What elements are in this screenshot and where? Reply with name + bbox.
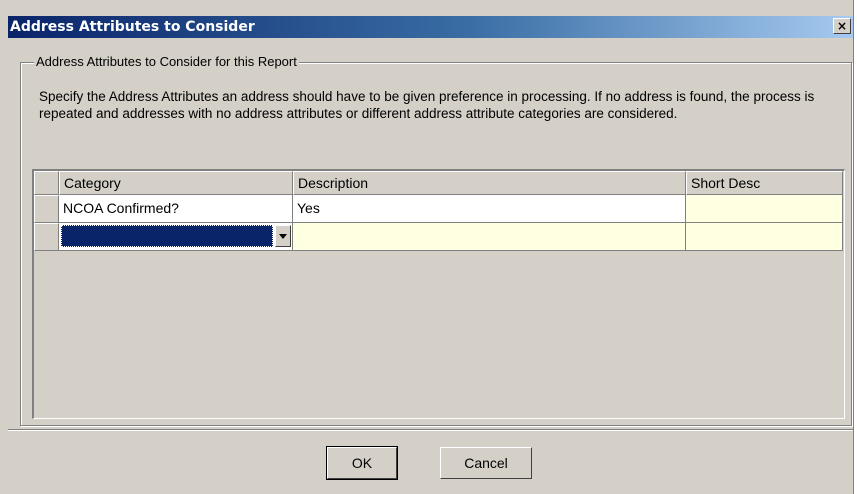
cell-category[interactable]: NCOA Confirmed? (59, 195, 293, 223)
category-dropdown[interactable] (59, 223, 293, 251)
column-header-short-desc[interactable]: Short Desc (686, 171, 843, 195)
dropdown-button[interactable] (275, 225, 291, 247)
grid-corner-cell (34, 171, 59, 195)
cancel-button[interactable]: Cancel (440, 447, 532, 479)
cell-description[interactable] (293, 223, 686, 251)
title-bar[interactable]: Address Attributes to Consider × (8, 16, 853, 38)
row-selector[interactable] (34, 195, 59, 223)
row-selector[interactable] (34, 223, 59, 251)
ok-button[interactable]: OK (326, 446, 398, 480)
footer-separator (8, 429, 853, 431)
category-dropdown-value[interactable] (61, 225, 273, 247)
cell-short-desc[interactable] (686, 223, 843, 251)
groupbox-legend: Address Attributes to Consider for this … (34, 54, 299, 69)
column-header-description[interactable]: Description (293, 171, 686, 195)
table-row-new[interactable] (34, 223, 844, 251)
window-title: Address Attributes to Consider (10, 19, 255, 35)
attributes-grid[interactable]: Category Description Short Desc NCOA Con… (32, 169, 845, 419)
column-header-category[interactable]: Category (59, 171, 293, 195)
cell-short-desc[interactable] (686, 195, 843, 223)
close-button[interactable]: × (833, 18, 851, 34)
instructions-text: Specify the Address Attributes an addres… (39, 89, 815, 121)
close-icon: × (836, 19, 848, 33)
chevron-down-icon (279, 234, 287, 239)
dialog-window: Address Attributes to Consider × Address… (0, 0, 854, 494)
cell-description[interactable]: Yes (293, 195, 686, 223)
table-row[interactable]: NCOA Confirmed? Yes (34, 195, 844, 223)
